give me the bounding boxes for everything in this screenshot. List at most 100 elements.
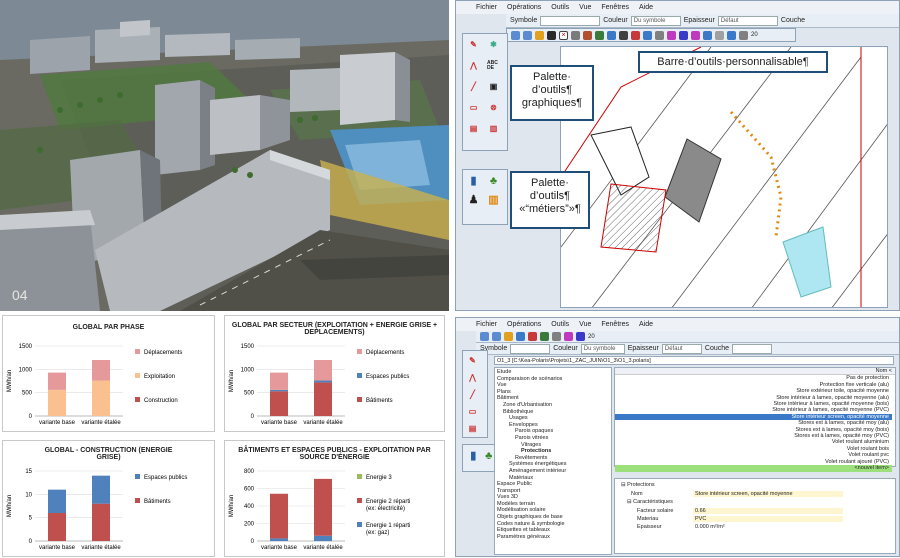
- tree-tool-icon[interactable]: ♣: [487, 174, 500, 187]
- tree-item[interactable]: Parois vitrées: [497, 435, 609, 442]
- node-tool-icon[interactable]: ✱: [487, 38, 500, 51]
- cursor-tool-icon[interactable]: ▣: [487, 80, 500, 93]
- menu-fenetres[interactable]: Fenêtres: [601, 321, 629, 328]
- menu-operations[interactable]: Opérations: [507, 321, 541, 328]
- menu-vue[interactable]: Vue: [579, 4, 591, 11]
- rectangle-tool-icon[interactable]: ▭: [466, 405, 479, 418]
- tree-item[interactable]: Objets graphiques de base: [497, 514, 609, 521]
- couche-select[interactable]: [732, 343, 773, 354]
- tree-item[interactable]: Etiquettes et tableaux: [497, 527, 609, 534]
- tool-icon[interactable]: [528, 332, 537, 341]
- tool-icon[interactable]: [655, 30, 664, 40]
- tool-icon[interactable]: [703, 30, 712, 40]
- tree-item[interactable]: Paramètres généraux: [497, 534, 609, 541]
- undo-icon[interactable]: [480, 332, 489, 341]
- tool-icon[interactable]: [571, 30, 580, 40]
- tool-icon[interactable]: [540, 332, 549, 341]
- tree-item[interactable]: Usages: [497, 415, 609, 422]
- redo-icon[interactable]: [492, 332, 501, 341]
- line-tool-icon[interactable]: ╱: [466, 388, 479, 401]
- menu-fichier[interactable]: Fichier: [476, 4, 497, 11]
- grid-icon[interactable]: [547, 30, 556, 40]
- list-item[interactable]: <nouvel item>: [615, 465, 892, 472]
- pedestrian-tool-icon[interactable]: ♟: [467, 193, 480, 206]
- tree-item[interactable]: Parois opaques: [497, 428, 609, 435]
- tool-icon[interactable]: [564, 332, 573, 341]
- tree-item[interactable]: Transport: [497, 488, 609, 495]
- redo-icon[interactable]: [523, 30, 532, 40]
- tree-item[interactable]: Etude: [497, 369, 609, 376]
- menu-vue[interactable]: Vue: [579, 321, 591, 328]
- menu-aide[interactable]: Aide: [639, 321, 653, 328]
- items-list[interactable]: Nom < Pas de protection Protection fixe v…: [614, 367, 896, 472]
- select-tool-icon[interactable]: ✎: [467, 38, 480, 51]
- tree-item[interactable]: Comparaison de scénarios: [497, 376, 609, 383]
- epaisseur-select[interactable]: Défaut: [717, 15, 778, 26]
- tool-icon[interactable]: [552, 332, 561, 341]
- menu-fenetres[interactable]: Fenêtres: [601, 4, 629, 11]
- layers-icon[interactable]: [535, 30, 544, 40]
- table-tool-icon[interactable]: ▥: [487, 122, 500, 135]
- line-tool-icon[interactable]: ╱: [467, 80, 480, 93]
- menu-fichier[interactable]: Fichier: [476, 321, 497, 328]
- symbole-select[interactable]: [510, 343, 551, 354]
- delete-icon[interactable]: ×: [559, 30, 568, 40]
- materiau-select[interactable]: PVC: [693, 516, 843, 522]
- cancel-tool-icon[interactable]: ⊗: [487, 101, 500, 114]
- tool-icon[interactable]: [679, 30, 688, 40]
- couleur-select[interactable]: Du symbole: [580, 343, 625, 354]
- tree-item[interactable]: Systèmes énergétiques: [497, 461, 609, 468]
- tree-item[interactable]: Aménagement intérieur: [497, 468, 609, 475]
- tree-item[interactable]: Bibliothèque: [497, 409, 609, 416]
- tree-item[interactable]: Zone d'Urbanisation: [497, 402, 609, 409]
- tool-icon[interactable]: [739, 30, 748, 40]
- tree-item[interactable]: Protections: [497, 448, 609, 455]
- rectangle-tool-icon[interactable]: ▭: [467, 101, 480, 114]
- menu-aide[interactable]: Aide: [639, 4, 653, 11]
- tool-icon[interactable]: [631, 30, 640, 40]
- undo-icon[interactable]: [511, 30, 520, 40]
- tree-item[interactable]: Bâtiment: [497, 395, 609, 402]
- couleur-select[interactable]: Du symbole: [630, 15, 681, 26]
- tree-item[interactable]: Vitrages: [497, 442, 609, 449]
- tool-icon[interactable]: [583, 30, 592, 40]
- city-3d-view[interactable]: 04: [0, 0, 449, 311]
- facteur-field[interactable]: 0.66: [693, 508, 843, 514]
- tree-item[interactable]: Revêtements: [497, 455, 609, 462]
- tool-icon[interactable]: [691, 30, 700, 40]
- tool-icon[interactable]: [715, 30, 724, 40]
- tool-icon[interactable]: [607, 30, 616, 40]
- layers-icon[interactable]: [504, 332, 513, 341]
- tool-icon[interactable]: [727, 30, 736, 40]
- tree-item[interactable]: Enveloppes: [497, 422, 609, 429]
- building-tool-icon[interactable]: ▮: [467, 174, 480, 187]
- menu-outils[interactable]: Outils: [551, 4, 569, 11]
- tree-item[interactable]: Modélisation solaire: [497, 507, 609, 514]
- tool-icon[interactable]: [516, 332, 525, 341]
- measure-tool-icon[interactable]: ▤: [467, 122, 480, 135]
- menu-operations[interactable]: Opérations: [507, 4, 541, 11]
- epaisseur-field[interactable]: 0.000 m²/m²: [693, 524, 843, 530]
- list-header[interactable]: Nom <: [615, 368, 895, 376]
- tree-item[interactable]: Vues 3D: [497, 494, 609, 501]
- tree-item[interactable]: Matériaux: [497, 475, 609, 482]
- building-tool-icon[interactable]: ▮: [467, 449, 480, 462]
- nom-field[interactable]: Store intérieur screen, opacité moyenne: [693, 491, 843, 497]
- tool-icon[interactable]: [576, 332, 585, 341]
- select-tool-icon[interactable]: ✎: [466, 354, 479, 367]
- tool-icon[interactable]: [643, 30, 652, 40]
- polyline-tool-icon[interactable]: ⋀: [466, 371, 479, 384]
- fence-tool-icon[interactable]: ▥: [487, 193, 500, 206]
- carac-group[interactable]: ⊟ Caractéristiques: [615, 497, 895, 507]
- polyline-tool-icon[interactable]: ⋀: [467, 59, 480, 72]
- menu-outils[interactable]: Outils: [551, 321, 569, 328]
- tree-item[interactable]: Espace Public: [497, 481, 609, 488]
- tool-icon[interactable]: [667, 30, 676, 40]
- measure-tool-icon[interactable]: ▤: [466, 422, 479, 435]
- text-tool-icon[interactable]: ABC DE: [487, 59, 500, 72]
- tree-item[interactable]: Codes nature & symbologie: [497, 521, 609, 528]
- epaisseur-select[interactable]: Défaut: [661, 343, 702, 354]
- tool-icon[interactable]: [595, 30, 604, 40]
- tool-icon[interactable]: [619, 30, 628, 40]
- tree-item[interactable]: Vue: [497, 382, 609, 389]
